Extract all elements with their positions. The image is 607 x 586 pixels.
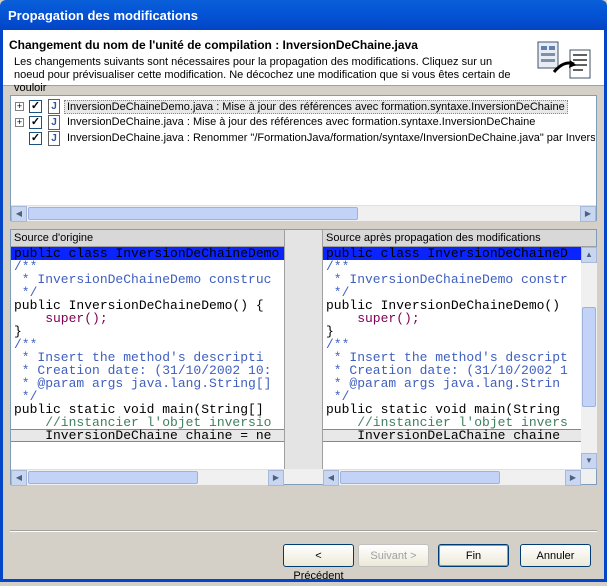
tree-item[interactable]: + ✓ J InversionDeChaineDemo.java : Mise … [15, 99, 595, 115]
checkbox-icon[interactable]: ✓ [29, 132, 42, 145]
scroll-left-icon[interactable]: ◀ [11, 206, 27, 222]
scroll-right-icon[interactable]: ▶ [268, 470, 284, 486]
code-line: * InversionDeChaineDemo constr [326, 272, 568, 287]
refactoring-icon [537, 41, 591, 79]
scroll-thumb[interactable] [340, 471, 500, 484]
expand-icon[interactable]: + [15, 118, 24, 127]
right-horizontal-scrollbar[interactable]: ◀ ▶ [323, 469, 581, 486]
scroll-thumb[interactable] [28, 471, 198, 484]
scroll-right-icon[interactable]: ▶ [565, 470, 581, 486]
right-vertical-scrollbar[interactable]: ▲ ▼ [581, 247, 597, 469]
expand-icon[interactable]: + [15, 102, 24, 111]
dialog-header: Changement du nom de l'unité de compilat… [3, 30, 604, 94]
tree-horizontal-scrollbar[interactable]: ◀ ▶ [11, 205, 596, 222]
code-line: * @param args java.lang.String[] [14, 376, 272, 391]
scroll-left-icon[interactable]: ◀ [11, 470, 27, 486]
right-source-pane[interactable]: public class InversionDeChaineD /** * In… [323, 247, 581, 469]
checkbox-icon[interactable]: ✓ [29, 100, 42, 113]
left-horizontal-scrollbar[interactable]: ◀ ▶ [11, 469, 284, 486]
tree-item-label[interactable]: InversionDeChaineDemo.java : Mise à jour… [64, 100, 568, 114]
scroll-thumb[interactable] [28, 207, 358, 220]
java-file-icon: J [48, 131, 60, 146]
scroll-down-icon[interactable]: ▼ [581, 453, 597, 469]
left-source-pane[interactable]: public class InversionDeChaineDemo /** *… [11, 247, 284, 469]
compare-viewer: Source d'origine Source après propagatio… [10, 229, 597, 486]
code-line: public class InversionDeChaineDemo [11, 247, 284, 260]
code-line: * InversionDeChaineDemo construc [14, 272, 272, 287]
right-pane-title: Source après propagation des modificatio… [323, 230, 596, 247]
scroll-left-icon[interactable]: ◀ [323, 470, 339, 486]
window-titlebar: Propagation des modifications [0, 0, 607, 30]
code-line: super(); [326, 311, 420, 326]
tree-item-label[interactable]: InversionDeChaine.java : Renommer "/Form… [67, 132, 595, 144]
header-title: Changement du nom de l'unité de compilat… [9, 38, 418, 52]
code-line: } [326, 324, 334, 339]
tree-item-label[interactable]: InversionDeChaine.java : Mise à jour des… [67, 116, 535, 128]
tree-item[interactable]: ✓ J InversionDeChaine.java : Renommer "/… [15, 131, 595, 147]
button-separator [10, 530, 597, 532]
scroll-right-icon[interactable]: ▶ [580, 206, 596, 222]
changed-code-line: InversionDeLaChaine chaine [323, 429, 581, 442]
header-description: Les changements suivants sont nécessaire… [14, 56, 511, 94]
code-line: public class InversionDeChaineD [323, 247, 581, 260]
code-line: * @param args java.lang.Strin [326, 376, 561, 391]
code-line: super(); [14, 311, 108, 326]
changes-tree[interactable]: + ✓ J InversionDeChaineDemo.java : Mise … [10, 95, 597, 222]
scroll-up-icon[interactable]: ▲ [581, 247, 597, 263]
tree-item[interactable]: + ✓ J InversionDeChaine.java : Mise à jo… [15, 115, 595, 131]
left-pane-title: Source d'origine [11, 230, 284, 247]
code-line: } [14, 324, 22, 339]
changed-code-line: InversionDeChaine chaine = ne [11, 429, 284, 442]
java-file-icon: J [48, 115, 60, 130]
java-file-icon: J [48, 99, 60, 114]
scroll-thumb[interactable] [582, 307, 596, 407]
back-button[interactable]: < Précédent [283, 544, 354, 582]
cancel-button[interactable]: Annuler [520, 544, 591, 567]
next-button[interactable]: Suivant > [358, 544, 429, 567]
checkbox-icon[interactable]: ✓ [29, 116, 42, 129]
finish-button[interactable]: Fin [438, 544, 509, 567]
window-title: Propagation des modifications [8, 8, 198, 23]
diff-connector-gutter [284, 230, 323, 469]
